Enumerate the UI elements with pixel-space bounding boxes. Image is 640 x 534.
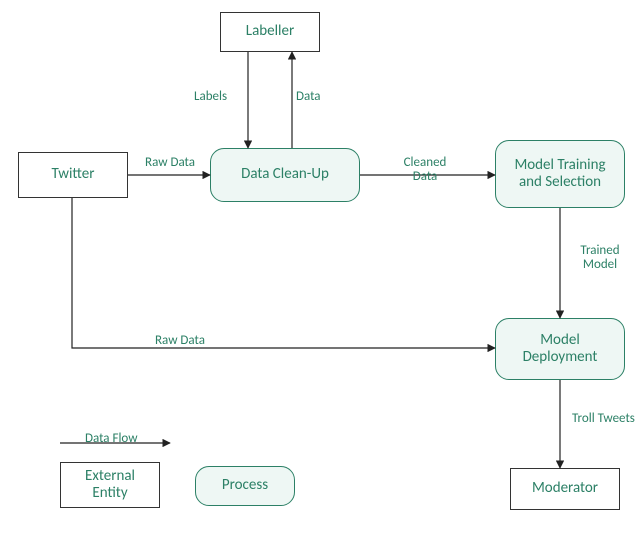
edge-label-raw-2: Raw Data [155,334,205,348]
legend-external-entity: External Entity [60,462,160,508]
node-data-cleanup: Data Clean-Up [210,148,360,202]
edge-label-trained: Trained Model [570,244,630,273]
node-labeller: Labeller [220,12,320,52]
legend-process: Process [195,466,295,506]
node-label: Model Training and Selection [502,157,618,192]
diagram-canvas: Labeller Twitter Data Clean-Up Model Tra… [0,0,640,534]
arrows-layer [0,0,640,534]
node-twitter: Twitter [18,152,128,198]
edge-label-troll: Troll Tweets [572,412,635,426]
edge-label-cleaned: Cleaned Data [390,156,460,185]
edge-raw-data-2 [72,198,495,348]
legend-label: Process [222,477,268,494]
edge-label-raw-1: Raw Data [144,156,196,170]
node-label: Moderator [532,480,598,497]
node-label: Twitter [52,166,95,183]
legend-label: External Entity [67,468,153,503]
node-label: Data Clean-Up [241,166,329,183]
node-model-deployment: Model Deployment [495,318,625,380]
edge-label-labels: Labels [194,90,227,104]
node-model-training: Model Training and Selection [495,140,625,208]
legend-dataflow-label: Data Flow [85,432,138,446]
edge-label-data: Data [296,90,321,104]
node-label: Labeller [246,23,294,40]
node-label: Model Deployment [502,332,618,367]
node-moderator: Moderator [510,468,620,510]
